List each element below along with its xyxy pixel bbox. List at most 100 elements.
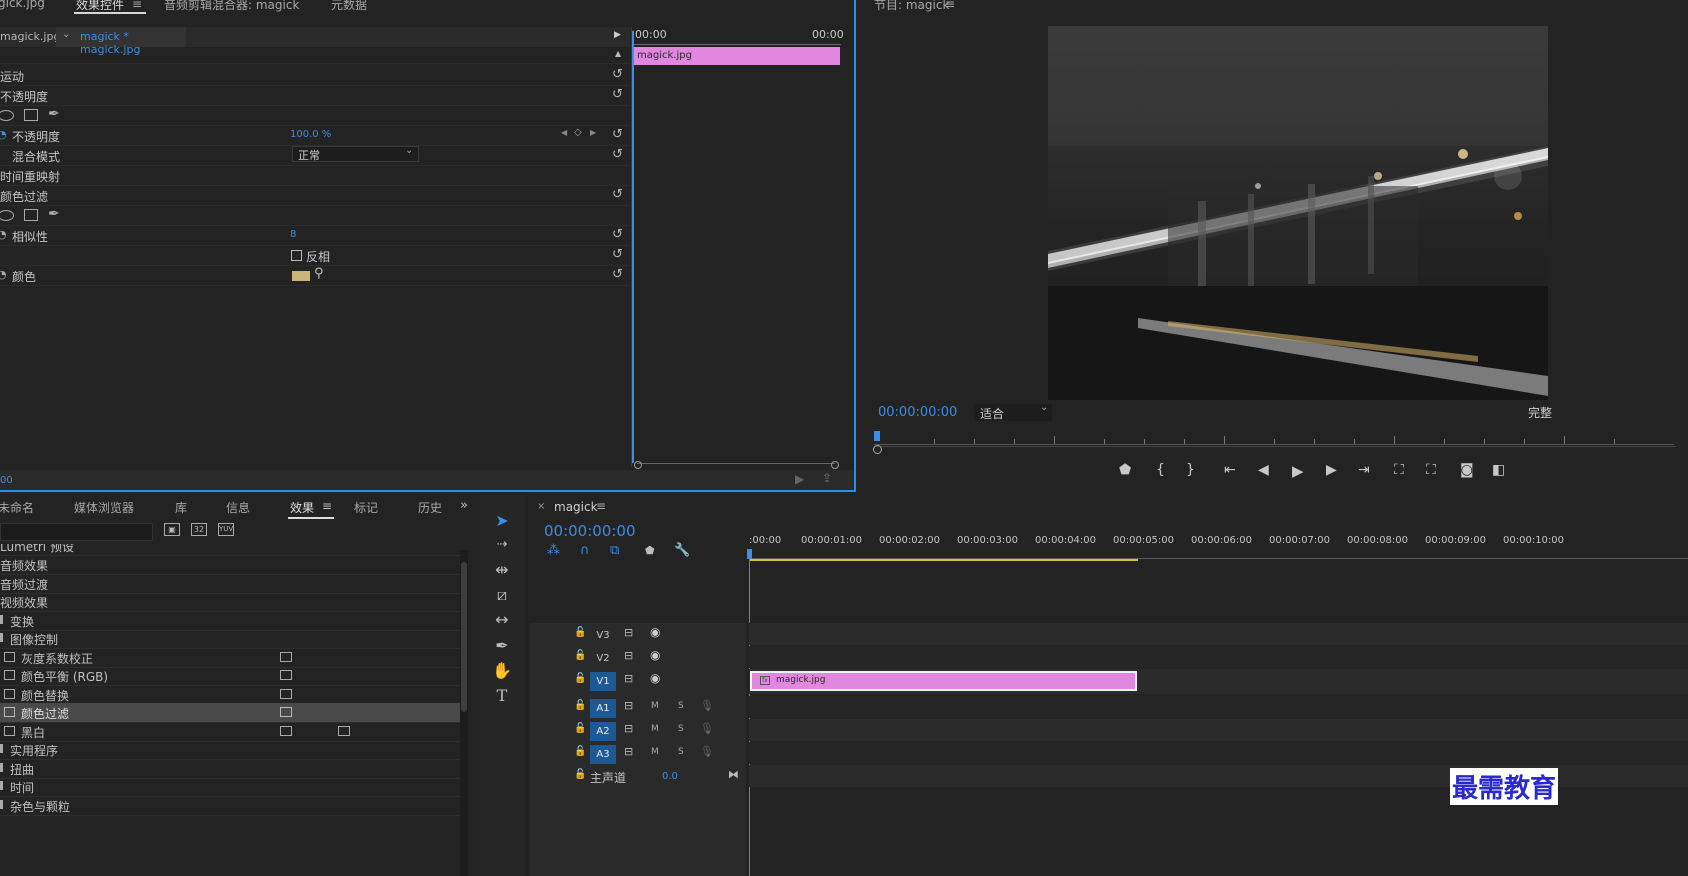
color-swatch[interactable] [292,271,310,281]
row-opacity[interactable]: ◔ 不透明度 100.0 % ◀ ◇ ▶ ↺ [0,125,630,146]
tab-history[interactable]: 历史 [418,499,442,516]
opacity-value[interactable]: 100.0 % [290,129,331,140]
blend-mode-select[interactable]: 正常 ⌄ [292,145,419,162]
yuv-effects-icon[interactable]: YUV [218,523,234,536]
lock-icon[interactable]: 🔓 [574,700,586,711]
play-icon[interactable]: ▶ [1292,462,1304,480]
track-label[interactable]: V2 [590,649,616,668]
selection-tool-icon[interactable]: ➤ [490,509,514,533]
add-marker-icon[interactable]: ⬟ [645,544,655,557]
list-item-selected[interactable]: 颜色过滤 [0,703,460,723]
row-opacity-group[interactable]: 不透明度 ↺ [0,85,630,106]
list-item[interactable]: 音频过渡 [0,574,460,594]
program-ruler[interactable] [874,429,1674,445]
row-color-pass[interactable]: 颜色过滤 ↺ [0,185,630,206]
reset-icon[interactable]: ↺ [612,248,626,262]
razor-tool-icon[interactable]: ⧄ [490,583,514,607]
track-label[interactable]: V1 [590,672,616,691]
track-master[interactable]: 🔓 主声道 0.0 ⧓ [530,765,766,789]
tab-audio-mixer[interactable]: 音频剪辑混合器: magick [164,0,299,13]
program-timecode[interactable]: 00:00:00:00 [878,405,957,420]
sync-lock-icon[interactable]: ⊟ [624,626,633,639]
timeline-clip[interactable]: fx magick.jpg [750,671,1137,691]
reset-icon[interactable]: ↺ [612,188,626,202]
filter-icon[interactable]: ▶ [795,472,804,486]
reset-icon[interactable]: ↺ [612,68,626,82]
add-marker-icon[interactable]: ⬟ [1119,462,1131,478]
ec-playhead[interactable] [632,31,634,463]
invert-checkbox[interactable] [291,250,302,261]
32bit-effects-icon[interactable]: 32 [191,523,207,536]
lift-icon[interactable]: ⛶ [1394,462,1404,478]
mark-in-icon[interactable]: { [1156,462,1165,478]
mic-icon[interactable]: 🎙 [700,745,714,758]
sync-lock-icon[interactable]: ⊟ [624,699,633,712]
slip-tool-icon[interactable]: ↔ [490,608,514,632]
quality-label[interactable]: 完整 [1528,404,1552,421]
reset-icon[interactable]: ↺ [612,228,626,242]
list-item[interactable]: 实用程序 [0,740,460,760]
effects-scrollbar[interactable] [460,550,468,876]
track-v2[interactable]: 🔓 V2 ⊟ ◉ [530,646,766,670]
add-keyframe-icon[interactable]: ◇ [574,127,582,138]
track-label[interactable]: A1 [590,699,616,718]
step-forward-icon[interactable]: ▶ [1326,462,1337,478]
pen-mask-icon[interactable]: ✒ [48,106,60,122]
step-back-icon[interactable]: ◀ [1258,462,1269,478]
reset-icon[interactable]: ↺ [612,148,626,162]
ec-scroll-handle-left[interactable] [634,461,642,469]
solo-button[interactable]: S [678,747,684,757]
work-area-bar[interactable] [749,559,1138,561]
expand-icon[interactable]: ⧓ [728,768,739,781]
close-icon[interactable]: × [537,501,545,512]
mic-icon[interactable]: 🎙 [700,699,714,712]
hand-tool-icon[interactable]: ✋ [490,659,514,683]
sequence-timecode[interactable]: 00:00:00:00 [544,522,636,540]
lock-icon[interactable]: 🔓 [574,627,586,638]
collapse-up-icon[interactable]: ▲ [615,49,621,58]
play-triangle-icon[interactable]: ▶ [614,30,621,40]
lock-icon[interactable]: 🔓 [574,723,586,734]
row-motion[interactable]: 运动 ↺ [0,65,630,86]
zoom-handle[interactable] [873,445,882,454]
program-tab-title[interactable]: 节目: magick [874,0,949,13]
nest-icon[interactable]: ⁂ [547,543,560,558]
mute-button[interactable]: M [651,747,659,757]
reset-icon[interactable]: ↺ [612,268,626,282]
sequence-tab[interactable]: magick [554,500,598,514]
lock-icon[interactable]: 🔓 [574,746,586,757]
lane-v3[interactable] [749,623,1688,645]
list-item[interactable]: 图像控制 [0,629,460,649]
mic-icon[interactable]: 🎙 [700,722,714,735]
menu-icon[interactable]: ≡ [945,0,955,11]
solo-button[interactable]: S [678,724,684,734]
lane-v2[interactable] [749,646,1688,668]
master-value[interactable]: 0.0 [662,771,678,782]
track-v3[interactable]: 🔓 V3 ⊟ ◉ [530,623,766,647]
sync-lock-icon[interactable]: ⊟ [624,722,633,735]
effects-search-input[interactable] [0,523,153,541]
playhead-marker[interactable] [747,549,752,559]
row-invert[interactable]: 反相 ↺ [0,245,630,266]
rectangle-mask-icon[interactable] [24,109,38,121]
list-item[interactable]: 音频效果 [0,555,460,575]
stopwatch-icon[interactable]: ◔ [0,228,7,241]
eye-icon[interactable]: ◉ [650,648,660,662]
rectangle-mask-icon[interactable] [24,209,38,221]
target-clip-tab[interactable]: ⌄ magick * magick.jpg [56,27,186,56]
sync-lock-icon[interactable]: ⊟ [624,745,633,758]
snap-icon[interactable]: ∩ [580,543,590,558]
wrench-icon[interactable]: 🔧 [674,543,690,558]
lock-icon[interactable]: 🔓 [574,769,586,780]
row-blend-mode[interactable]: 混合模式 正常 ⌄ ↺ [0,145,630,166]
list-item[interactable]: 黑白 [0,722,460,742]
export-icon[interactable]: ⇪ [822,471,832,485]
track-a2[interactable]: 🔓 A2 ⊟ M S 🎙 [530,719,766,743]
row-color[interactable]: ◔ 颜色 ⚲ ↺ [0,265,630,286]
mute-button[interactable]: M [651,724,659,734]
tab-project[interactable]: 未命名 [0,499,34,516]
accelerated-effects-icon[interactable]: ▣ [164,523,180,536]
track-a1[interactable]: 🔓 A1 ⊟ M S 🎙 [530,696,766,720]
eye-icon[interactable]: ◉ [650,671,660,685]
mute-button[interactable]: M [651,701,659,711]
